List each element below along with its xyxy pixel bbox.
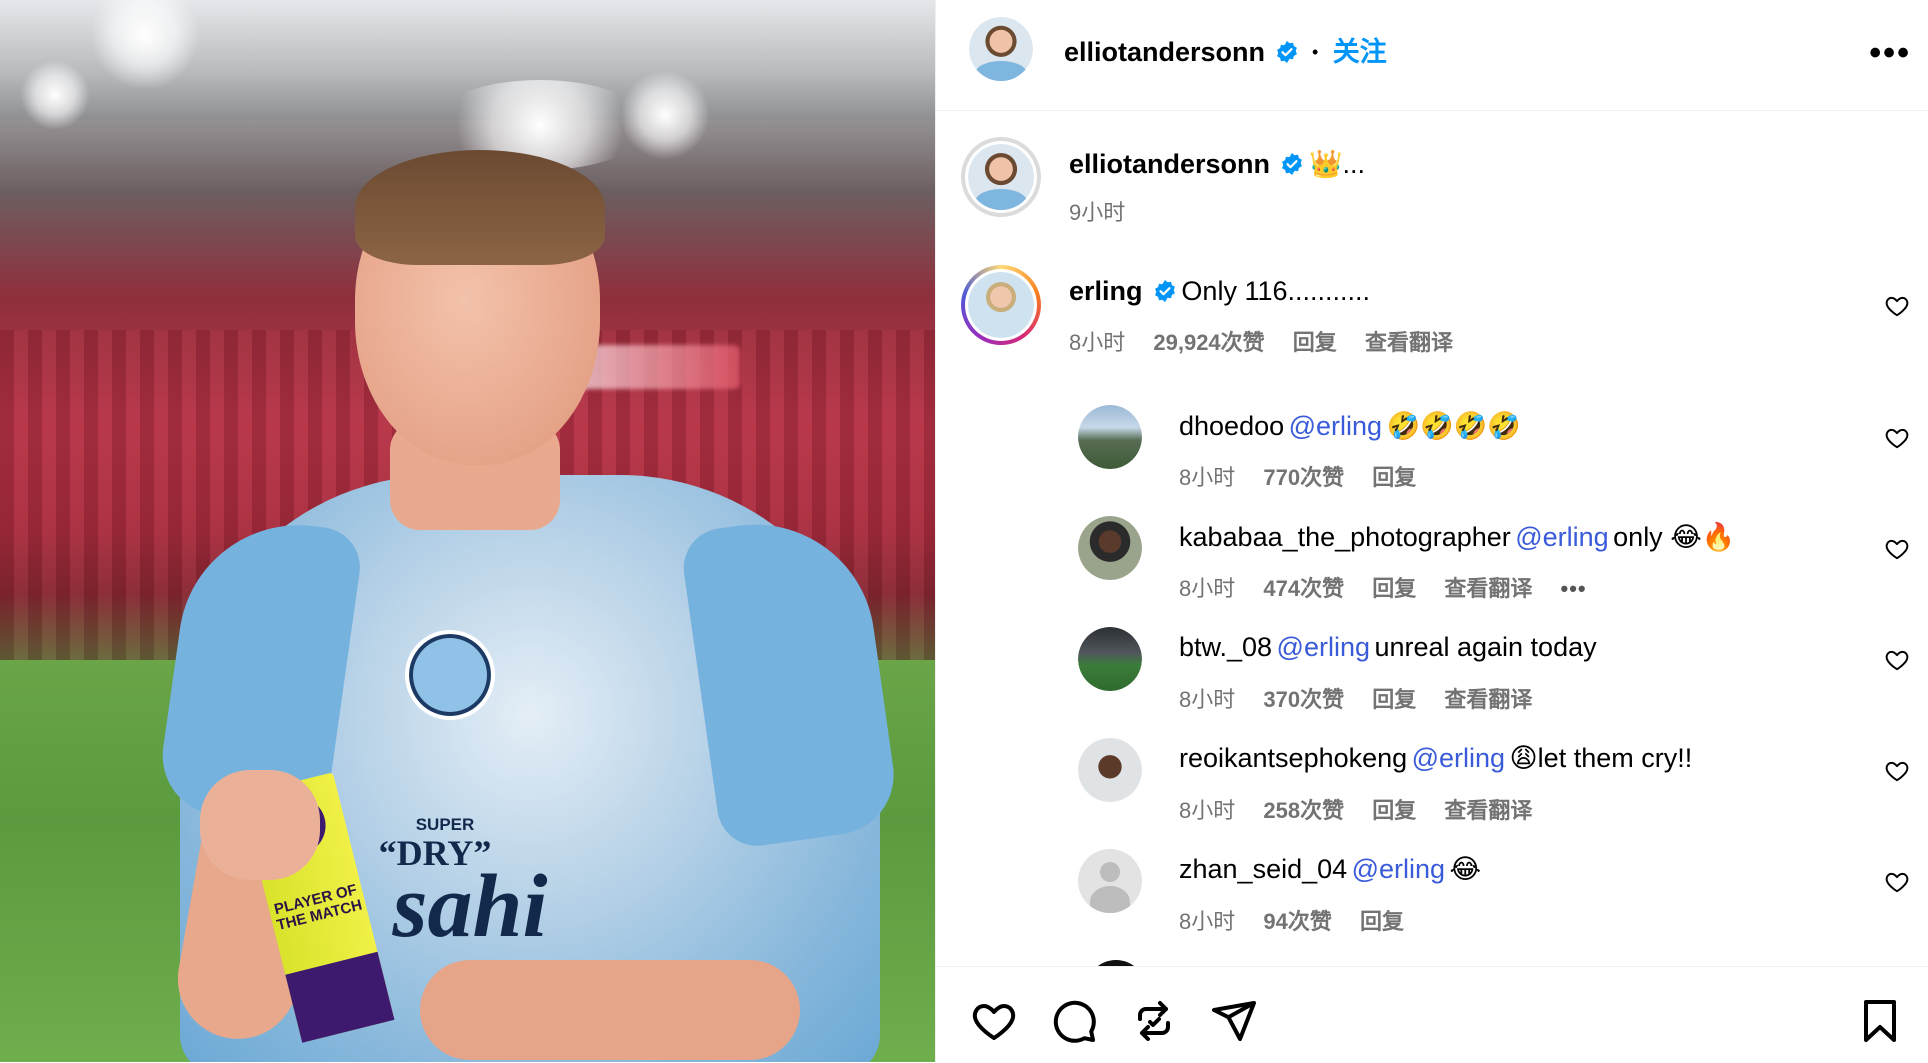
translate-button[interactable]: 查看翻译 (1444, 576, 1532, 601)
mention-link[interactable]: @erling (1352, 854, 1445, 884)
comment-likes[interactable]: 29,924次赞 (1153, 330, 1264, 355)
reply-likes[interactable]: 258次赞 (1263, 798, 1344, 823)
stadium-light (20, 60, 90, 130)
reply-likes[interactable]: 370次赞 (1263, 687, 1344, 712)
post-image[interactable]: SUPER “DRY” sahi PLAYER OF THE MATCH (0, 0, 935, 1062)
verified-badge-icon (1282, 153, 1303, 175)
replier-username[interactable]: zhan_seid_04 (1179, 854, 1347, 884)
verified-badge-icon (1277, 41, 1298, 63)
translate-button[interactable]: 查看翻译 (1444, 687, 1532, 712)
translate-button[interactable]: 查看翻译 (1444, 798, 1532, 823)
reply-time: 8小时 (1179, 798, 1236, 823)
reply-time: 8小时 (1179, 576, 1236, 601)
reply-button[interactable]: 回复 (1360, 909, 1404, 934)
replier-avatar[interactable] (1078, 627, 1142, 691)
post-side-panel: elliotandersonn • 关注 ••• elliotandersonn… (935, 0, 1928, 1063)
author-username[interactable]: elliotandersonn (1064, 37, 1265, 67)
reply-text: only 😂🔥 (1613, 522, 1736, 552)
replier-avatar[interactable] (1078, 516, 1142, 580)
caption-avatar[interactable] (961, 137, 1041, 217)
comment-text: Only 116........... (1181, 276, 1370, 306)
like-comment-heart-icon[interactable] (1884, 647, 1910, 673)
commenter-avatar[interactable] (961, 265, 1041, 345)
like-comment-heart-icon[interactable] (1884, 293, 1910, 319)
reply-meta: 8小时 94次赞 回复 (1179, 904, 1426, 936)
club-crest-icon (405, 630, 495, 720)
heart-icon[interactable] (970, 997, 1018, 1045)
separator-dot: • (1311, 42, 1319, 62)
reply-likes[interactable]: 474次赞 (1263, 576, 1344, 601)
reply-text: 🤣🤣🤣🤣 (1386, 411, 1521, 441)
caption-time: 9小时 (1069, 200, 1126, 225)
like-comment-heart-icon[interactable] (1884, 869, 1910, 895)
caption-username[interactable]: elliotandersonn (1069, 149, 1270, 179)
stadium-light (620, 70, 710, 160)
mention-link[interactable]: @erling (1277, 632, 1370, 662)
reply-likes[interactable]: 770次赞 (1263, 465, 1344, 490)
replier-avatar[interactable] (1078, 738, 1142, 802)
replier-username[interactable]: reoikantsephokeng (1179, 743, 1407, 773)
replier-avatar[interactable] (1078, 405, 1142, 469)
comment-meta: 8小时 29,924次赞 回复 查看翻译 (1069, 325, 1475, 357)
comment-time: 8小时 (1069, 330, 1126, 355)
mention-link[interactable]: @erling (1412, 743, 1505, 773)
trophy-text: PLAYER OF THE MATCH (272, 881, 364, 935)
verified-badge-icon (1155, 280, 1175, 302)
reply-button[interactable]: 回复 (1372, 465, 1416, 490)
action-bar (936, 966, 1928, 1063)
reply-text: 😂 (1449, 854, 1482, 884)
reply-meta: 8小时 370次赞 回复 查看翻译 (1179, 682, 1554, 714)
reply-meta: 8小时 474次赞 回复 查看翻译 ••• (1179, 571, 1609, 603)
caption-text: 👑... (1308, 149, 1366, 179)
player-hand (200, 770, 320, 880)
comment-icon[interactable] (1050, 997, 1098, 1045)
shirt-sponsor-text: sahi (392, 857, 548, 956)
replier-username[interactable]: btw._08 (1179, 632, 1272, 662)
repost-icon[interactable] (1130, 997, 1178, 1045)
reply-meta: 8小时 770次赞 回复 (1179, 460, 1438, 492)
reply-text: unreal again today (1374, 632, 1597, 662)
reply-likes[interactable]: 94次赞 (1263, 909, 1331, 934)
mention-link[interactable]: @erling (1515, 522, 1608, 552)
like-comment-heart-icon[interactable] (1884, 536, 1910, 562)
post-header: elliotandersonn • 关注 ••• (936, 0, 1928, 111)
reply-time: 8小时 (1179, 909, 1236, 934)
mention-link[interactable]: @erling (1289, 411, 1382, 441)
reply-button[interactable]: 回复 (1372, 798, 1416, 823)
reply-time: 8小时 (1179, 465, 1236, 490)
follow-button[interactable]: 关注 (1333, 37, 1387, 67)
reply-button[interactable]: 回复 (1372, 687, 1416, 712)
player-hair (355, 150, 605, 265)
replier-username[interactable]: kababaa_the_photographer (1179, 522, 1511, 552)
reply-more-options-icon[interactable]: ••• (1561, 576, 1587, 601)
player-arm (420, 960, 800, 1060)
send-icon[interactable] (1210, 997, 1258, 1045)
bookmark-icon[interactable] (1856, 997, 1904, 1045)
translate-button[interactable]: 查看翻译 (1365, 330, 1453, 355)
reply-text: 😩let them cry!! (1509, 743, 1693, 773)
like-comment-heart-icon[interactable] (1884, 425, 1910, 451)
caption-meta: 9小时 (1069, 195, 1147, 227)
reply-meta: 8小时 258次赞 回复 查看翻译 (1179, 793, 1554, 825)
author-avatar[interactable] (969, 17, 1033, 81)
reply-button[interactable]: 回复 (1372, 576, 1416, 601)
reply-button[interactable]: 回复 (1293, 330, 1337, 355)
reply-time: 8小时 (1179, 687, 1236, 712)
replier-avatar[interactable] (1078, 849, 1142, 913)
commenter-username[interactable]: erling (1069, 276, 1143, 306)
replier-username[interactable]: dhoedoo (1179, 411, 1284, 441)
like-comment-heart-icon[interactable] (1884, 758, 1910, 784)
more-options-icon[interactable]: ••• (1869, 34, 1911, 73)
